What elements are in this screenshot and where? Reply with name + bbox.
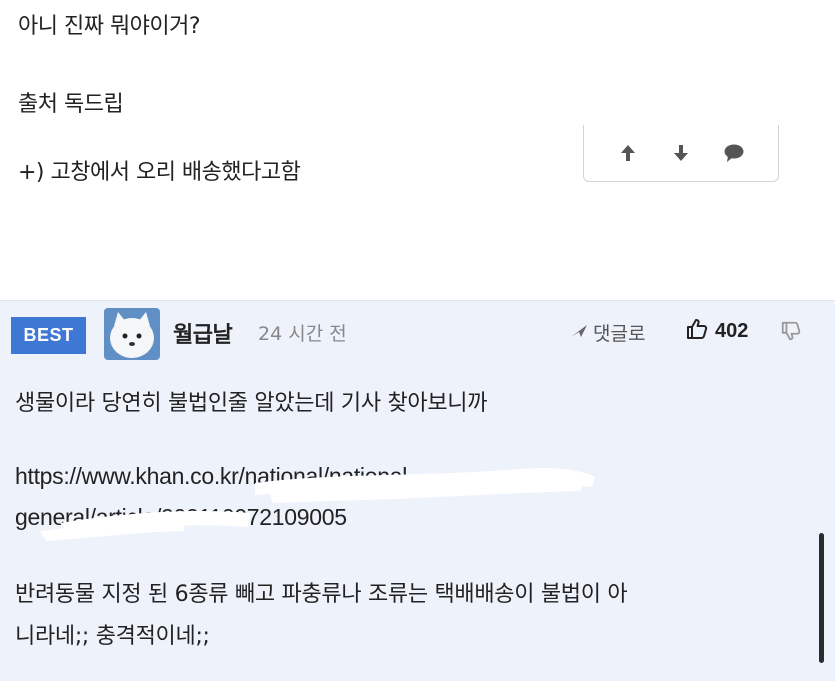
thumbs-down-icon[interactable] (780, 320, 802, 346)
comment-author[interactable]: 월급날 (173, 317, 233, 349)
reply-label: 댓글로 (593, 323, 646, 345)
comment-link-line-1[interactable]: https://www.khan.co.kr/national/national… (15, 463, 415, 490)
arrow-up-icon[interactable] (615, 140, 641, 166)
comment-text-line-1: 생물이라 당연히 불법인줄 알았는데 기사 찾아보니까 (15, 391, 488, 416)
post-note-line: +) 고창에서 오리 배송했다고함 (18, 160, 301, 185)
post-vote-bar (583, 125, 779, 182)
post-source-line: 출처 독드립 (18, 92, 124, 117)
comment-link-visible-2: general/ (15, 504, 96, 530)
like-count: 402 (715, 319, 749, 342)
comment-link-tail-1: national/national- (244, 463, 415, 489)
scrollbar[interactable] (819, 533, 824, 663)
reply-arrow-icon (569, 322, 589, 344)
post-text-line-1: 아니 진짜 뭐야이거? (18, 14, 201, 39)
best-comment: BEST 월급날 24 시간 전 댓글로 402 생물이라 당연히 불법인줄 알… (0, 300, 835, 681)
comment-timestamp: 24 시간 전 (258, 323, 347, 345)
avatar[interactable] (104, 308, 160, 360)
comment-link-tail-2: article/202110072109005 (95, 504, 347, 530)
speech-bubble-icon[interactable] (721, 140, 747, 166)
arrow-down-icon[interactable] (668, 140, 694, 166)
comment-link-visible-1: https://www.khan.co.kr/ (15, 463, 245, 489)
comment-link-line-2[interactable]: general/article/202110072109005 (15, 504, 347, 531)
comment-text-line-2: 반려동물 지정 된 6종류 빼고 파충류나 조류는 택배배송이 불법이 아 (15, 582, 628, 607)
thumbs-up-icon (685, 317, 709, 345)
comment-text-line-3: 니라네;; 충격적이네;; (15, 624, 210, 649)
like-button[interactable]: 402 (685, 317, 748, 345)
best-badge: BEST (11, 317, 86, 354)
reply-button[interactable]: 댓글로 (569, 319, 645, 346)
